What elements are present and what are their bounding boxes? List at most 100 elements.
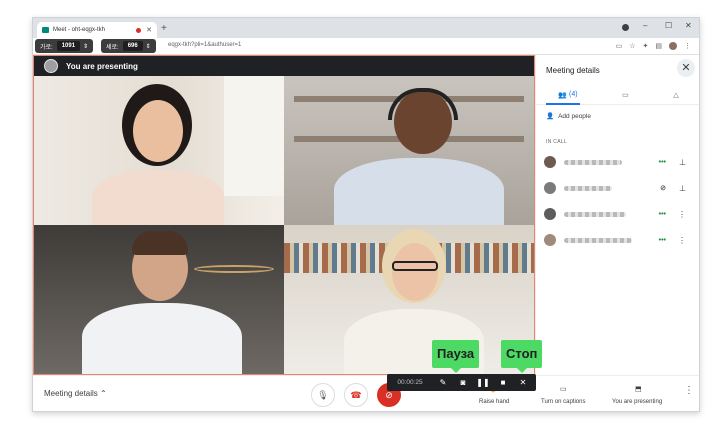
more-options-icon[interactable]: ⋮ xyxy=(678,210,686,219)
video-tile-participant-3[interactable] xyxy=(34,225,284,374)
recording-indicator-icon xyxy=(136,27,142,33)
meet-control-bar: Meeting details ⌃ 🎙 ☎ ⊘ ✋ Raise hand ▭ T… xyxy=(33,375,699,411)
microphone-button[interactable]: 🎙 xyxy=(311,383,335,407)
participant-body xyxy=(82,303,242,374)
end-call-button[interactable]: ☎ xyxy=(344,383,368,407)
video-grid xyxy=(34,76,534,374)
participant-name-redacted xyxy=(564,237,632,243)
participant-avatar xyxy=(544,208,556,220)
url-text[interactable]: eqgx-tkh?pli=1&authuser=1 xyxy=(168,42,241,48)
stop-icon[interactable]: ■ xyxy=(493,378,513,387)
hang-up-icon: ☎ xyxy=(350,390,362,400)
close-window-icon[interactable]: ✕ xyxy=(685,21,692,30)
add-person-icon: 👤 xyxy=(546,113,555,120)
participant-body xyxy=(92,170,224,225)
in-call-heading: IN CALL xyxy=(546,139,567,145)
presenting-text: You are presenting xyxy=(66,61,138,71)
microphone-icon: 🎙 xyxy=(317,390,329,400)
participant-row[interactable]: ••• ⋮ xyxy=(544,233,694,247)
video-tile-participant-4[interactable] xyxy=(284,225,534,374)
browser-menu-icon[interactable]: ⋮ xyxy=(684,42,691,50)
height-stepper-icon[interactable]: ⇕ xyxy=(146,43,151,50)
audio-activity-icon: ••• xyxy=(658,236,666,244)
width-value[interactable]: 1091 xyxy=(56,41,81,51)
extensions-icon[interactable]: ✦ xyxy=(643,42,649,50)
stop-tooltip: Стоп xyxy=(501,340,543,373)
participant-row[interactable]: ⊘ ⊥ xyxy=(544,181,694,195)
add-people-label: Add people xyxy=(558,112,591,120)
tab-activities[interactable]: △ xyxy=(673,91,678,99)
participant-avatar xyxy=(544,234,556,246)
minimize-icon[interactable]: – xyxy=(643,21,647,30)
people-icon: 👥 xyxy=(558,91,567,99)
active-tab-indicator xyxy=(546,103,580,105)
raise-hand-label[interactable]: Raise hand xyxy=(479,399,509,405)
pause-icon[interactable]: ❚❚ xyxy=(473,378,493,387)
toolbar-icons: ▭ ☆ ✦ ▤ ⋮ xyxy=(616,42,691,50)
participant-body xyxy=(334,158,504,225)
screen-recorder-toolbar: 00:00:25 ✎ ◙ ❚❚ ■ ✕ xyxy=(387,374,536,391)
meeting-details-button[interactable]: Meeting details ⌃ xyxy=(44,389,107,398)
pin-icon[interactable]: ⊥ xyxy=(679,158,686,167)
tab-people[interactable]: 👥 (4) xyxy=(558,91,577,99)
new-tab-icon[interactable]: + xyxy=(161,23,167,34)
chat-icon: ▭ xyxy=(622,91,629,99)
participant-row[interactable]: ••• ⋮ xyxy=(544,207,694,221)
width-label: 가로: xyxy=(40,44,53,51)
more-options-icon[interactable]: ⋮ xyxy=(684,385,694,396)
participant-row[interactable]: ••• ⊥ xyxy=(544,155,694,169)
people-count: (4) xyxy=(569,91,578,98)
reading-list-icon[interactable]: ▤ xyxy=(655,42,662,50)
present-screen-icon[interactable]: ⬒ xyxy=(635,385,642,393)
cast-icon[interactable]: ▭ xyxy=(616,42,623,50)
video-tile-participant-1[interactable] xyxy=(34,76,284,225)
camera-off-icon: ⊘ xyxy=(385,390,393,400)
maximize-icon[interactable]: ☐ xyxy=(665,21,672,30)
bookmark-star-icon[interactable]: ☆ xyxy=(629,42,635,50)
more-options-icon[interactable]: ⋮ xyxy=(678,236,686,245)
close-tab-icon[interactable]: ✕ xyxy=(146,26,152,34)
muted-mic-icon: ⊘ xyxy=(660,185,666,192)
captions-label[interactable]: Turn on captions xyxy=(541,399,585,405)
participant-avatar xyxy=(544,182,556,194)
meeting-details-panel: Meeting details ✕ 👥 (4) ▭ △ 👤 Add people … xyxy=(535,55,699,375)
close-recorder-icon[interactable]: ✕ xyxy=(513,378,533,387)
screenshot-icon[interactable]: ◙ xyxy=(453,378,473,387)
presenter-avatar xyxy=(44,59,58,73)
chevron-up-icon: ⌃ xyxy=(100,389,107,398)
window-background xyxy=(224,76,284,196)
height-label: 세로: xyxy=(106,44,119,51)
profile-avatar[interactable] xyxy=(669,42,677,50)
pen-icon[interactable]: ✎ xyxy=(433,378,453,387)
video-tile-participant-2[interactable] xyxy=(284,76,534,225)
captions-icon[interactable]: ▭ xyxy=(560,385,567,393)
headset xyxy=(388,88,458,120)
meet-favicon-icon xyxy=(42,27,49,33)
activities-icon: △ xyxy=(673,91,679,99)
browser-tab[interactable]: Meet - oht-eqgx-tkh ✕ xyxy=(37,22,157,38)
glasses xyxy=(392,261,438,271)
browser-window: Meet - oht-eqgx-tkh ✕ + – ☐ ✕ 가로: 1091 ⇕… xyxy=(32,17,700,412)
panel-title: Meeting details xyxy=(546,66,600,75)
tab-strip: Meet - oht-eqgx-tkh ✕ + – ☐ ✕ xyxy=(33,18,699,38)
add-people-button[interactable]: 👤 Add people xyxy=(546,112,591,121)
pin-icon[interactable]: ⊥ xyxy=(679,184,686,193)
presentation-stage: You are presenting xyxy=(33,55,535,375)
panel-tabs: 👥 (4) ▭ △ xyxy=(536,85,699,105)
record-extension-icon[interactable] xyxy=(622,24,629,31)
meeting-details-label: Meeting details xyxy=(44,389,98,398)
width-stepper-icon[interactable]: ⇕ xyxy=(83,43,88,50)
tab-title: Meet - oht-eqgx-tkh xyxy=(53,27,106,33)
close-panel-icon[interactable]: ✕ xyxy=(677,59,695,77)
participant-face xyxy=(392,243,438,301)
participant-avatar xyxy=(544,156,556,168)
participant-hair xyxy=(132,231,188,255)
height-value[interactable]: 696 xyxy=(122,41,143,51)
lamp xyxy=(194,265,274,273)
height-readout: 세로: 696 ⇕ xyxy=(101,39,156,53)
tab-chat[interactable]: ▭ xyxy=(622,91,629,99)
presenting-label[interactable]: You are presenting xyxy=(612,399,662,405)
participant-name-redacted xyxy=(564,185,612,191)
participant-name-redacted xyxy=(564,211,626,217)
recording-timer: 00:00:25 xyxy=(397,379,423,386)
